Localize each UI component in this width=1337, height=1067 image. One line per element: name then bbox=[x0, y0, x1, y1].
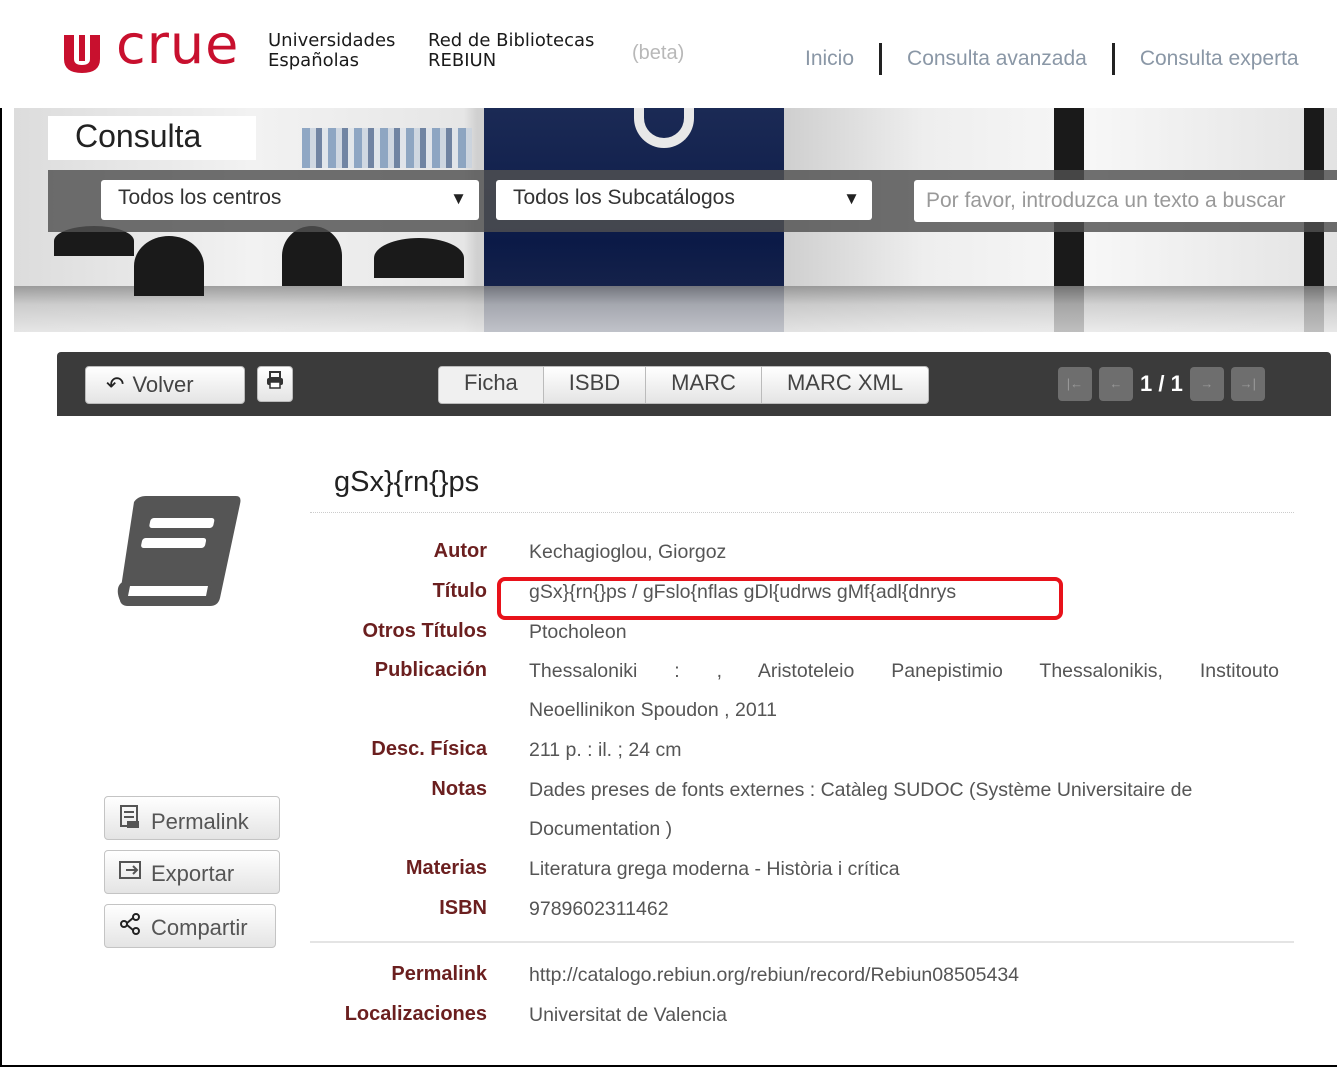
centros-select-value: Todos los centros bbox=[118, 186, 282, 209]
banner-chair bbox=[134, 236, 204, 296]
search-bar: Todos los centros ▼ Todos los Subcatálog… bbox=[48, 170, 1337, 232]
value-notas-line2: Documentation ) bbox=[529, 818, 673, 840]
record-toolbar: ↶ Volver Ficha ISBD MARC MARC XML |← ← 1 … bbox=[57, 352, 1331, 416]
banner-chair bbox=[282, 226, 342, 286]
book-icon bbox=[117, 496, 241, 606]
export-button[interactable]: Exportar bbox=[104, 850, 280, 894]
document-icon bbox=[119, 805, 143, 835]
nav-consulta-experta[interactable]: Consulta experta bbox=[1115, 47, 1324, 71]
value-materias[interactable]: Literatura grega moderna - Història i cr… bbox=[529, 858, 900, 881]
first-page-button[interactable]: |← bbox=[1058, 367, 1092, 401]
nav-consulta-avanzada[interactable]: Consulta avanzada bbox=[882, 47, 1112, 71]
consulta-tab[interactable]: Consulta bbox=[48, 116, 256, 160]
page-count: 1 / 1 bbox=[1140, 371, 1183, 396]
banner-chair bbox=[374, 238, 464, 278]
banner-bookshelf bbox=[302, 128, 472, 168]
record-divider bbox=[310, 941, 1294, 943]
record-title: gSx}{rn{}ps bbox=[334, 466, 480, 498]
value-publicacion-line2: Neoellinikon Spoudon , 2011 bbox=[529, 699, 777, 721]
beta-label: (beta) bbox=[632, 42, 685, 64]
permalink-button[interactable]: Permalink bbox=[104, 796, 280, 840]
share-icon bbox=[119, 913, 143, 941]
title-divider bbox=[310, 512, 1294, 513]
tab-ficha[interactable]: Ficha bbox=[439, 367, 544, 403]
label-permalink: Permalink bbox=[391, 963, 487, 985]
value-otros-titulos: Ptocholeon bbox=[529, 621, 627, 643]
record-pager: |← ← 1 / 1 → →| bbox=[1058, 367, 1265, 401]
share-button-label: Compartir bbox=[151, 915, 248, 940]
label-localizaciones: Localizaciones bbox=[344, 1003, 487, 1025]
network-name: Red de Bibliotecas REBIUN bbox=[428, 31, 594, 71]
org-name-line1: Universidades bbox=[268, 30, 396, 51]
back-button[interactable]: ↶ Volver bbox=[85, 366, 245, 404]
org-name-line2: Españolas bbox=[268, 50, 360, 71]
share-button[interactable]: Compartir bbox=[104, 904, 276, 948]
value-autor[interactable]: Kechagioglou, Giorgoz bbox=[529, 541, 726, 564]
banner-floor bbox=[14, 286, 1337, 332]
back-arrow-icon: ↶ bbox=[106, 372, 125, 397]
title-highlight-box bbox=[497, 577, 1063, 620]
last-page-icon: →| bbox=[1239, 376, 1256, 391]
site-header: crue Universidades Españolas Red de Bibl… bbox=[0, 0, 1337, 108]
value-publicacion-line1: Thessaloniki : , Aristoteleio Panepistim… bbox=[529, 660, 1279, 682]
label-otros-titulos: Otros Títulos bbox=[362, 620, 487, 642]
prev-page-icon: ← bbox=[1109, 376, 1123, 391]
tab-isbd[interactable]: ISBD bbox=[544, 367, 647, 403]
org-name: Universidades Españolas bbox=[268, 31, 395, 71]
label-isbn: ISBN bbox=[439, 897, 487, 919]
subcatalogos-select-value: Todos los Subcatálogos bbox=[513, 186, 735, 209]
search-input[interactable] bbox=[914, 180, 1337, 222]
label-notas: Notas bbox=[431, 778, 487, 800]
label-publicacion: Publicación bbox=[374, 659, 487, 681]
export-icon bbox=[119, 859, 143, 887]
permalink-button-label: Permalink bbox=[151, 809, 249, 834]
last-page-button[interactable]: →| bbox=[1230, 367, 1265, 401]
share-icon-svg bbox=[120, 913, 140, 935]
value-localizaciones[interactable]: Universitat de Valencia bbox=[529, 1004, 727, 1027]
value-notas-line1: Dades preses de fonts externes : Catàleg… bbox=[529, 779, 1193, 801]
top-nav: Inicio Consulta avanzada Consulta expert… bbox=[780, 41, 1324, 77]
printer-icon bbox=[267, 371, 283, 389]
dropdown-arrow-icon: ▼ bbox=[843, 189, 860, 208]
first-page-icon: |← bbox=[1066, 376, 1084, 391]
export-icon-svg bbox=[119, 861, 141, 879]
view-format-tabs: Ficha ISBD MARC MARC XML bbox=[438, 366, 930, 404]
network-name-line2: REBIUN bbox=[428, 50, 497, 71]
label-materias: Materias bbox=[405, 857, 487, 879]
nav-inicio[interactable]: Inicio bbox=[780, 47, 879, 71]
tab-marc[interactable]: MARC bbox=[646, 367, 762, 403]
dropdown-arrow-icon: ▼ bbox=[450, 189, 467, 208]
value-permalink[interactable]: http://catalogo.rebiun.org/rebiun/record… bbox=[529, 964, 1019, 987]
crue-logo-text[interactable]: crue bbox=[116, 18, 239, 72]
label-desc-fisica: Desc. Física bbox=[371, 738, 487, 760]
value-desc-fisica: 211 p. : il. ; 24 cm bbox=[529, 739, 682, 761]
back-button-label: Volver bbox=[132, 372, 194, 397]
label-titulo: Título bbox=[432, 580, 487, 602]
label-autor: Autor bbox=[433, 540, 487, 562]
subcatalogos-select[interactable]: Todos los Subcatálogos ▼ bbox=[496, 180, 872, 220]
prev-page-button[interactable]: ← bbox=[1099, 367, 1133, 401]
tab-marc-xml[interactable]: MARC XML bbox=[762, 367, 928, 403]
next-page-button[interactable]: → bbox=[1189, 367, 1224, 401]
export-button-label: Exportar bbox=[151, 861, 235, 886]
document-icon-svg bbox=[120, 805, 139, 828]
next-page-icon: → bbox=[1200, 376, 1214, 391]
crue-logo-icon bbox=[64, 35, 100, 73]
value-isbn: 9789602311462 bbox=[529, 898, 669, 920]
print-button[interactable] bbox=[257, 366, 293, 402]
centros-select[interactable]: Todos los centros ▼ bbox=[101, 180, 479, 220]
network-name-line1: Red de Bibliotecas bbox=[428, 30, 595, 51]
